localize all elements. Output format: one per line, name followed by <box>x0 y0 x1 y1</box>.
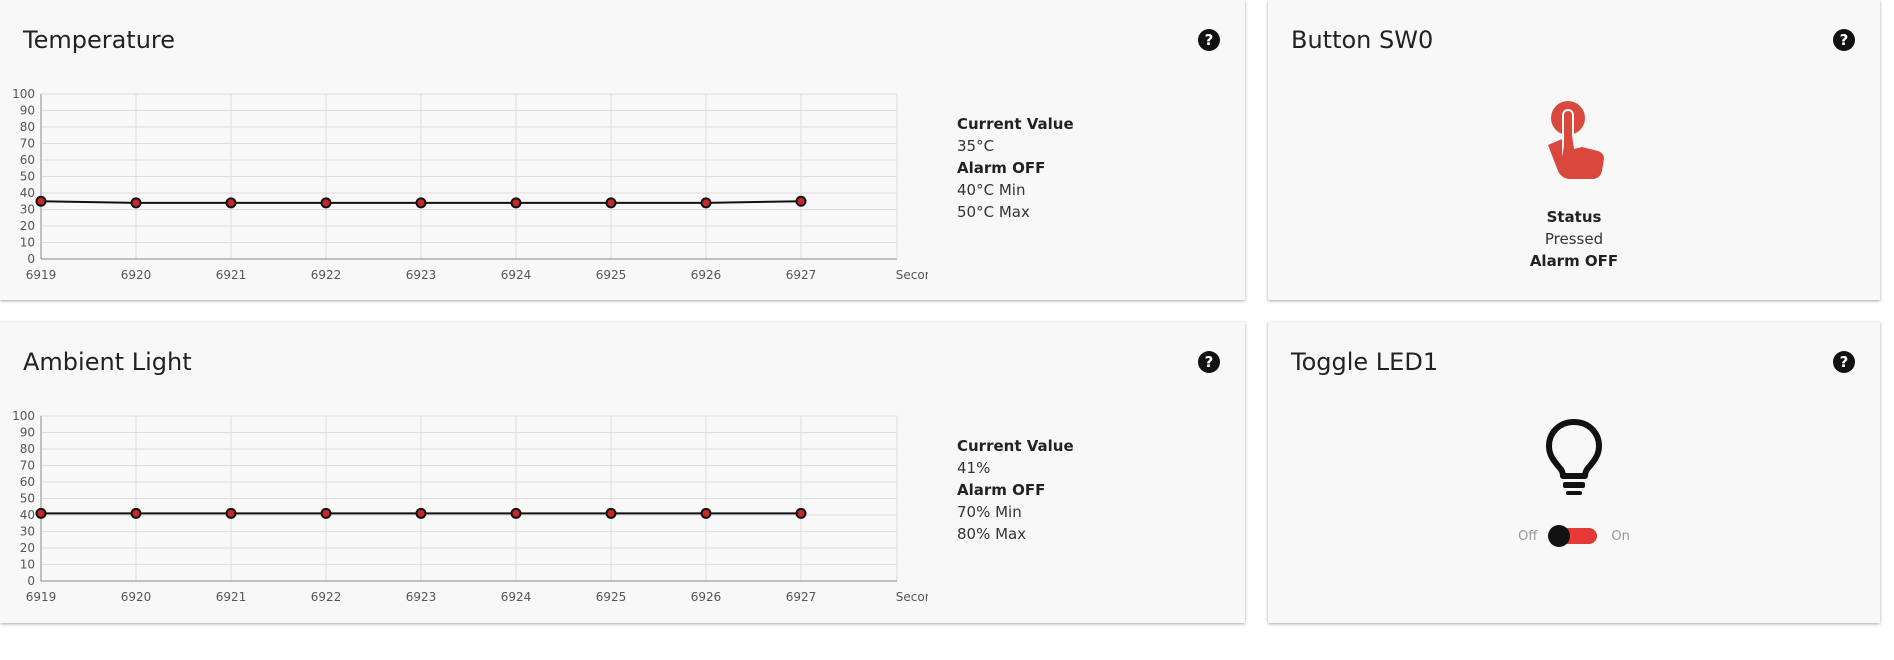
data-point <box>130 507 142 519</box>
y-tick-label: 20 <box>20 219 35 233</box>
data-point <box>225 507 237 519</box>
y-tick-label: 70 <box>20 137 35 151</box>
help-icon[interactable]: ? <box>1833 29 1855 51</box>
data-point <box>320 507 332 519</box>
x-tick-label: 6923 <box>406 268 437 282</box>
y-tick-label: 0 <box>27 252 35 266</box>
card-title: Ambient Light <box>23 348 192 376</box>
card-title: Button SW0 <box>1291 26 1434 54</box>
y-tick-label: 100 <box>12 88 35 101</box>
x-tick-label: 6925 <box>596 268 627 282</box>
data-point <box>225 197 237 209</box>
data-point <box>700 507 712 519</box>
current-value: 35°C <box>957 137 995 155</box>
data-point <box>35 507 47 519</box>
alarm-min: 40°C Min <box>957 181 1026 199</box>
temperature-info: Current Value 35°C Alarm OFF 40°C Min 50… <box>957 113 1074 223</box>
x-tick-label: 6924 <box>501 590 532 604</box>
x-tick-label: 6924 <box>501 268 532 282</box>
y-tick-label: 80 <box>20 442 35 456</box>
toggle-led1-card: Toggle LED1 ? Off On <box>1268 322 1880 623</box>
data-point <box>795 507 807 519</box>
toggle-off-label: Off <box>1518 528 1538 544</box>
y-tick-label: 10 <box>20 558 35 572</box>
temperature-card: Temperature ? 0 10 20 30 40 50 60 70 80 90 100 6919… <box>0 0 1245 300</box>
x-tick-label: 6926 <box>691 268 722 282</box>
y-tick-label: 80 <box>20 120 35 134</box>
ambient-light-chart: 0 10 20 30 40 50 60 70 80 90 100 6919 6920 6921 6922 69… <box>12 410 928 604</box>
x-tick-label: 6919 <box>26 268 57 282</box>
x-tick-label: 6922 <box>311 268 342 282</box>
toggle-knob[interactable] <box>1548 525 1571 547</box>
y-tick-label: 50 <box>20 492 35 506</box>
status-value: Pressed <box>1544 230 1604 248</box>
data-point <box>35 195 47 207</box>
current-value-label: Current Value <box>957 115 1074 133</box>
data-point <box>795 195 807 207</box>
status-label: Status <box>1546 208 1602 226</box>
data-point <box>415 507 427 519</box>
lightbulb-icon <box>1546 419 1602 495</box>
data-point <box>510 507 522 519</box>
help-icon[interactable]: ? <box>1198 351 1220 373</box>
y-tick-label: 40 <box>20 508 35 522</box>
data-point <box>320 197 332 209</box>
data-point <box>605 507 617 519</box>
data-point <box>510 197 522 209</box>
data-point <box>700 197 712 209</box>
y-tick-label: 20 <box>20 541 35 555</box>
y-tick-label: 90 <box>20 426 35 440</box>
y-tick-label: 70 <box>20 459 35 473</box>
x-axis-label: Seconds <box>896 268 928 282</box>
y-tick-label: 30 <box>20 525 35 539</box>
button-sw0-card: Button SW0 ? Status Pressed Alarm OFF <box>1268 0 1880 300</box>
button-status: Status Pressed Alarm OFF <box>1268 206 1880 272</box>
y-tick-label: 60 <box>20 153 35 167</box>
pointing-hand-icon <box>1548 101 1604 179</box>
ambient-info: Current Value 41% Alarm OFF 70% Min 80% … <box>957 435 1074 545</box>
x-tick-label: 6926 <box>691 590 722 604</box>
alarm-min: 70% Min <box>957 503 1022 521</box>
y-tick-label: 40 <box>20 186 35 200</box>
y-tick-label: 90 <box>20 104 35 118</box>
alarm-max: 50°C Max <box>957 203 1030 221</box>
x-tick-label: 6921 <box>216 268 247 282</box>
y-tick-label: 0 <box>27 574 35 588</box>
card-title: Toggle LED1 <box>1291 348 1439 376</box>
x-tick-label: 6922 <box>311 590 342 604</box>
help-icon[interactable]: ? <box>1198 29 1220 51</box>
current-value-label: Current Value <box>957 437 1074 455</box>
help-icon[interactable]: ? <box>1833 351 1855 373</box>
x-tick-label: 6927 <box>786 268 817 282</box>
x-tick-label: 6920 <box>121 590 152 604</box>
x-tick-label: 6919 <box>26 590 57 604</box>
y-tick-label: 50 <box>20 170 35 184</box>
x-tick-label: 6923 <box>406 590 437 604</box>
data-point <box>605 197 617 209</box>
alarm-status: Alarm OFF <box>957 159 1046 177</box>
led-toggle-row: Off On <box>1268 525 1880 547</box>
temperature-chart: 0 10 20 30 40 50 60 70 80 90 100 6919 6920 6921 6922 69… <box>12 88 928 282</box>
toggle-on-label: On <box>1611 528 1630 544</box>
alarm-max: 80% Max <box>957 525 1027 543</box>
x-tick-label: 6921 <box>216 590 247 604</box>
y-tick-label: 30 <box>20 203 35 217</box>
alarm-status: Alarm OFF <box>957 481 1046 499</box>
x-tick-label: 6920 <box>121 268 152 282</box>
x-tick-label: 6925 <box>596 590 627 604</box>
x-tick-label: 6927 <box>786 590 817 604</box>
x-axis-label: Seconds <box>896 590 928 604</box>
y-tick-label: 60 <box>20 475 35 489</box>
y-tick-label: 10 <box>20 236 35 250</box>
data-point <box>415 197 427 209</box>
current-value: 41% <box>957 459 991 477</box>
alarm-status: Alarm OFF <box>1529 252 1619 270</box>
card-title: Temperature <box>23 26 176 54</box>
data-point <box>130 197 142 209</box>
ambient-light-card: Ambient Light ? 0 10 20 30 40 50 60 70 80 90 100 69… <box>0 322 1245 623</box>
y-tick-label: 100 <box>12 410 35 423</box>
led-toggle-switch[interactable] <box>1548 525 1598 547</box>
